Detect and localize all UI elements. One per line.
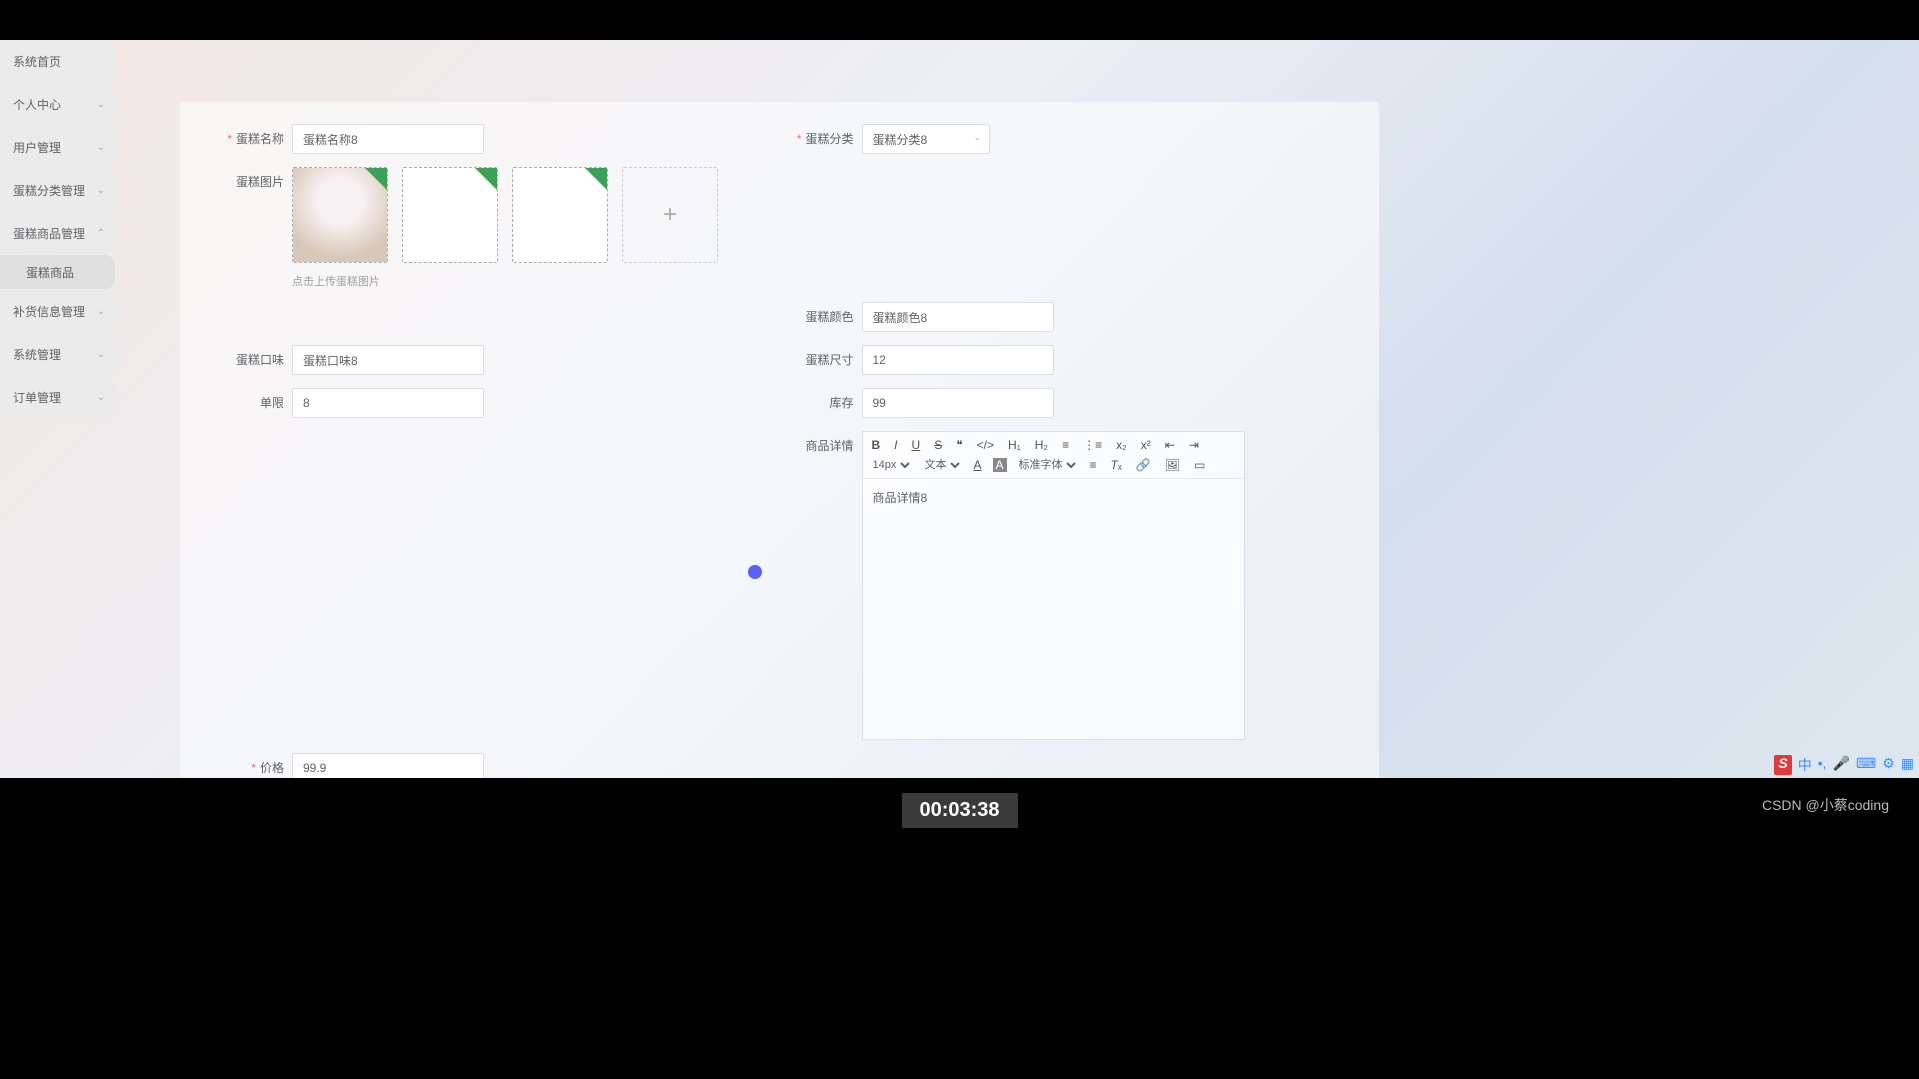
sidebar-item-label: 系统管理 xyxy=(13,346,61,363)
chevron-up-icon: ⌃ xyxy=(97,228,105,239)
cake-category-select[interactable]: ⌄ xyxy=(862,124,990,154)
sidebar-item-order[interactable]: 订单管理 ⌄ xyxy=(0,376,115,418)
quote-icon[interactable]: ❝ xyxy=(953,436,965,454)
ime-more-icon[interactable]: ▦ xyxy=(1901,755,1914,775)
sidebar-item-cake-product[interactable]: 蛋糕商品管理 ⌃ xyxy=(0,212,115,254)
link-icon[interactable]: 🔗 xyxy=(1133,456,1154,474)
indent-icon[interactable]: ⇥ xyxy=(1186,436,1202,454)
cake-category-value[interactable] xyxy=(862,124,990,154)
image-thumb-3[interactable] xyxy=(512,167,608,263)
superscript-icon[interactable]: x² xyxy=(1138,436,1154,454)
sidebar-item-cake-product-sub[interactable]: 蛋糕商品 xyxy=(0,255,115,289)
cake-name-label: 蛋糕名称 xyxy=(210,124,292,154)
video-timer: 00:03:38 xyxy=(901,793,1017,828)
sidebar-item-label: 蛋糕商品管理 xyxy=(13,225,85,242)
outdent-icon[interactable]: ⇤ xyxy=(1162,436,1178,454)
format-select[interactable]: 文本 xyxy=(921,458,963,472)
unordered-list-icon[interactable]: ⋮≡ xyxy=(1080,436,1105,454)
sidebar-item-label: 补货信息管理 xyxy=(13,303,85,320)
sidebar-item-label: 个人中心 xyxy=(13,96,61,113)
cake-image-label: 蛋糕图片 xyxy=(210,167,292,197)
font-color-icon[interactable]: A xyxy=(971,456,985,474)
ime-keyboard-icon[interactable]: ⌨ xyxy=(1856,755,1876,775)
cake-color-input[interactable] xyxy=(862,302,1054,332)
form-card: 蛋糕名称 蛋糕分类 ⌄ 蛋糕图片 + xyxy=(180,102,1379,783)
sidebar-item-home[interactable]: 系统首页 xyxy=(0,40,115,82)
ime-mic-icon[interactable]: 🎤 xyxy=(1833,755,1850,775)
top-black-bar xyxy=(0,0,1919,40)
limit-input[interactable] xyxy=(292,388,484,418)
image-thumb-1[interactable] xyxy=(292,167,388,263)
sidebar-item-users[interactable]: 用户管理 ⌄ xyxy=(0,126,115,168)
ime-logo-icon[interactable]: S xyxy=(1774,755,1791,775)
editor-toolbar: B I U S ❝ </> H₁ H₂ ≡ ⋮≡ x₂ x² ⇤ ⇥ xyxy=(863,432,1244,479)
ime-settings-icon[interactable]: ⚙ xyxy=(1882,755,1895,775)
limit-label: 单限 xyxy=(210,388,292,418)
ime-bar: S 中 •, 🎤 ⌨ ⚙ ▦ xyxy=(1774,755,1914,775)
ime-punct-icon[interactable]: •, xyxy=(1818,755,1827,775)
sidebar: 系统首页 个人中心 ⌄ 用户管理 ⌄ 蛋糕分类管理 ⌄ 蛋糕商品管理 ⌃ 蛋糕商品 补货… xyxy=(0,40,115,419)
chevron-down-icon: ⌄ xyxy=(97,392,105,403)
font-family-select[interactable]: 标准字体 xyxy=(1015,458,1079,472)
image-upload-hint: 点击上传蛋糕图片 xyxy=(292,273,718,289)
code-icon[interactable]: </> xyxy=(974,436,997,454)
stock-input[interactable] xyxy=(862,388,1054,418)
image-icon[interactable]: 🖼 xyxy=(1162,456,1183,474)
align-icon[interactable]: ≡ xyxy=(1087,456,1100,474)
sidebar-item-system[interactable]: 系统管理 ⌄ xyxy=(0,333,115,375)
rich-text-editor: B I U S ❝ </> H₁ H₂ ≡ ⋮≡ x₂ x² ⇤ ⇥ xyxy=(862,431,1245,740)
cake-size-label: 蛋糕尺寸 xyxy=(780,345,862,375)
bg-color-icon[interactable]: A xyxy=(993,458,1007,472)
sidebar-item-profile[interactable]: 个人中心 ⌄ xyxy=(0,83,115,125)
sidebar-item-label: 用户管理 xyxy=(13,139,61,156)
ordered-list-icon[interactable]: ≡ xyxy=(1059,436,1072,454)
sidebar-item-cake-category[interactable]: 蛋糕分类管理 ⌄ xyxy=(0,169,115,211)
chevron-down-icon: ⌄ xyxy=(97,142,105,153)
main-area: 蛋糕名称 蛋糕分类 ⌄ 蛋糕图片 + xyxy=(0,40,1919,778)
chevron-down-icon: ⌄ xyxy=(97,99,105,110)
h1-icon[interactable]: H₁ xyxy=(1005,436,1024,454)
image-upload-list: + xyxy=(292,167,718,263)
success-corner-icon xyxy=(475,168,497,190)
cake-color-label: 蛋糕颜色 xyxy=(780,302,862,332)
italic-icon[interactable]: I xyxy=(891,436,900,454)
watermark-text: CSDN @小蔡coding xyxy=(1762,795,1889,815)
strikethrough-icon[interactable]: S xyxy=(931,436,945,454)
bold-icon[interactable]: B xyxy=(869,436,884,454)
underline-icon[interactable]: U xyxy=(909,436,924,454)
sidebar-item-label: 蛋糕商品 xyxy=(26,264,74,281)
cake-flavor-label: 蛋糕口味 xyxy=(210,345,292,375)
sidebar-item-label: 系统首页 xyxy=(13,53,61,70)
cake-name-input[interactable] xyxy=(292,124,484,154)
image-thumb-2[interactable] xyxy=(402,167,498,263)
ime-lang-icon[interactable]: 中 xyxy=(1798,755,1812,775)
subscript-icon[interactable]: x₂ xyxy=(1113,436,1130,454)
image-upload-button[interactable]: + xyxy=(622,167,718,263)
sidebar-item-restock[interactable]: 补货信息管理 ⌄ xyxy=(0,290,115,332)
sidebar-item-label: 蛋糕分类管理 xyxy=(13,182,85,199)
video-icon[interactable]: ▭ xyxy=(1191,456,1208,474)
cursor-indicator xyxy=(748,565,762,579)
cake-flavor-input[interactable] xyxy=(292,345,484,375)
h2-icon[interactable]: H₂ xyxy=(1032,436,1051,454)
chevron-down-icon: ⌄ xyxy=(97,185,105,196)
chevron-down-icon: ⌄ xyxy=(97,349,105,360)
chevron-down-icon: ⌄ xyxy=(97,306,105,317)
editor-content[interactable]: 商品详情8 xyxy=(863,479,1244,739)
cake-size-input[interactable] xyxy=(862,345,1054,375)
stock-label: 库存 xyxy=(780,388,862,418)
sidebar-item-label: 订单管理 xyxy=(13,389,61,406)
success-corner-icon xyxy=(365,168,387,190)
fontsize-select[interactable]: 14px xyxy=(869,458,913,472)
success-corner-icon xyxy=(585,168,607,190)
clear-format-icon[interactable]: Tₓ xyxy=(1108,456,1125,474)
detail-label: 商品详情 xyxy=(780,431,862,461)
cake-category-label: 蛋糕分类 xyxy=(780,124,862,154)
